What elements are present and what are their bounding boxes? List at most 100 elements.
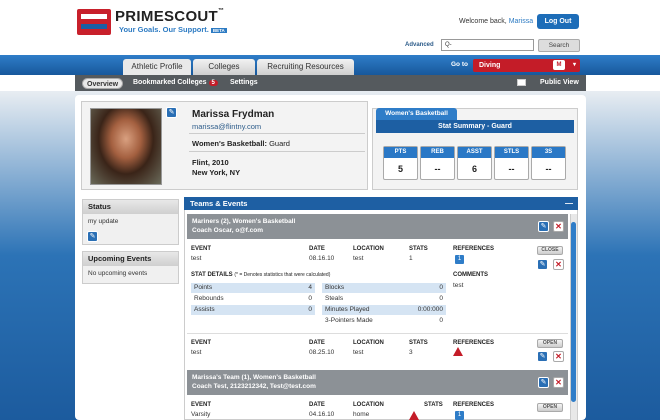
event-date: 04.16.10	[309, 411, 335, 418]
event-comments: test	[453, 282, 464, 289]
search-button[interactable]: Search	[538, 39, 580, 52]
reference-badge[interactable]: 1	[455, 255, 464, 264]
close-event-button[interactable]: CLOSE	[537, 246, 563, 255]
col-date: DATE	[309, 402, 325, 408]
profile-email[interactable]: marissa@flintny.com	[192, 122, 261, 131]
divider	[189, 133, 365, 134]
upcoming-events-title: Upcoming Events	[83, 252, 178, 266]
event-name: test	[191, 255, 202, 262]
subnav-overview[interactable]: Overview	[82, 78, 124, 89]
col-stats: STATS	[409, 246, 428, 252]
welcome-text: Welcome back, Marissa	[459, 18, 534, 25]
open-event-button[interactable]: OPEN	[537, 403, 563, 412]
profile-sport: Women's Basketball: Guard	[192, 139, 290, 148]
col-event: EVENT	[191, 340, 212, 346]
stat-detail-row: Points 4	[191, 283, 315, 293]
advanced-search-link[interactable]: Advanced	[405, 42, 434, 48]
beta-badge: BETA	[210, 27, 227, 33]
col-references: REFERENCES	[453, 402, 495, 408]
subnav-settings[interactable]: Settings	[230, 79, 258, 86]
primescout-logo-icon[interactable]	[77, 9, 111, 35]
delete-team-icon[interactable]: ✕	[553, 221, 564, 232]
stat-3s: 3S --	[531, 146, 566, 180]
status-text: my update	[88, 218, 119, 225]
col-location: LOCATION	[353, 402, 384, 408]
col-references: REFERENCES	[453, 246, 495, 252]
edit-event-icon[interactable]: ✎	[537, 351, 548, 362]
team-row: Marissa's Team (1), Women's Basketball Co…	[187, 370, 568, 395]
col-event: EVENT	[191, 402, 212, 408]
profile-location: New York, NY	[192, 168, 241, 177]
stat-asst: ASST 6	[457, 146, 492, 180]
tab-athletic-profile[interactable]: Athletic Profile	[123, 59, 191, 75]
delete-team-icon[interactable]: ✕	[553, 377, 564, 388]
brand-name: PRIMESCOUT™	[115, 8, 225, 25]
profile-name: Marissa Frydman	[192, 109, 275, 120]
gender-badge: M	[553, 60, 565, 70]
col-date: DATE	[309, 246, 325, 252]
stat-detail-row: Blocks 0	[322, 283, 446, 293]
upcoming-events-text: No upcoming events	[88, 270, 148, 277]
warning-icon	[453, 347, 463, 356]
stat-stls: STLS --	[494, 146, 529, 180]
edit-event-icon[interactable]: ✎	[537, 259, 548, 270]
minimize-icon[interactable]: —	[565, 197, 573, 210]
chevron-down-icon: ▾	[572, 62, 576, 68]
upcoming-events-box: Upcoming Events No upcoming events	[82, 251, 179, 284]
col-event: EVENT	[191, 246, 212, 252]
mail-icon[interactable]	[517, 79, 526, 86]
profile-school: Flint, 2010	[192, 158, 229, 167]
tab-womens-basketball[interactable]: Women's Basketball	[376, 108, 457, 120]
teams-events-header: Teams & Events —	[184, 197, 578, 210]
event-stats: 3	[409, 349, 413, 356]
col-stats: STATS	[424, 402, 443, 408]
goto-label: Go to	[451, 61, 468, 68]
edit-status-icon[interactable]: ✎	[87, 231, 98, 242]
stat-detail-row: Rebounds 0	[194, 295, 312, 302]
divider	[187, 333, 568, 334]
user-link[interactable]: Marissa	[509, 18, 534, 25]
reference-badge[interactable]: 1	[455, 411, 464, 420]
status-title: Status	[83, 200, 178, 214]
col-date: DATE	[309, 340, 325, 346]
col-location: LOCATION	[353, 340, 384, 346]
subnav-bookmarked-colleges[interactable]: Bookmarked Colleges 5	[133, 79, 218, 86]
stat-detail-row: 3-Pointers Made 0	[325, 317, 443, 324]
edit-team-icon[interactable]: ✎	[538, 221, 549, 232]
warning-icon	[409, 411, 419, 420]
logout-button[interactable]: Log Out	[537, 14, 579, 29]
edit-team-icon[interactable]: ✎	[538, 377, 549, 388]
brand-tagline: Your Goals. Our Support. BETA	[119, 25, 227, 34]
event-name: Varsity	[191, 411, 211, 418]
divider	[189, 151, 365, 152]
event-location: test	[353, 349, 364, 356]
event-location: test	[353, 255, 364, 262]
event-location: home	[353, 411, 370, 418]
col-comments: COMMENTS	[453, 272, 488, 278]
public-view-link[interactable]: Public View	[540, 79, 579, 86]
event-date: 08.25.10	[309, 349, 335, 356]
profile-photo	[90, 108, 162, 185]
tab-recruiting-resources[interactable]: Recruiting Resources	[257, 59, 354, 75]
stat-detail-row: Steals 0	[325, 295, 443, 302]
tab-colleges[interactable]: Colleges	[193, 59, 255, 75]
col-location: LOCATION	[353, 246, 384, 252]
open-event-button[interactable]: OPEN	[537, 339, 563, 348]
stat-reb: REB --	[420, 146, 455, 180]
scrollbar-thumb[interactable]	[571, 222, 576, 402]
stat-summary-title: Stat Summary - Guard	[376, 120, 574, 133]
stat-pts: PTS 5	[383, 146, 418, 180]
delete-event-icon[interactable]: ✕	[553, 259, 564, 270]
event-name: test	[191, 349, 202, 356]
search-input[interactable]: Q-	[441, 39, 534, 51]
event-date: 08.16.10	[309, 255, 335, 262]
goto-select[interactable]: Diving M ▾	[473, 59, 580, 72]
team-row: Mariners (2), Women's Basketball Coach Os…	[187, 214, 568, 239]
stat-detail-row: Minutes Played 0:00:000	[322, 305, 446, 315]
col-references: REFERENCES	[453, 340, 495, 346]
col-stats: STATS	[409, 340, 428, 346]
delete-event-icon[interactable]: ✕	[553, 351, 564, 362]
edit-photo-icon[interactable]: ✎	[166, 107, 177, 118]
stat-details-label: STAT DETAILS (* = Denotes statistics tha…	[191, 272, 331, 278]
stat-detail-row: Assists 0	[191, 305, 315, 315]
